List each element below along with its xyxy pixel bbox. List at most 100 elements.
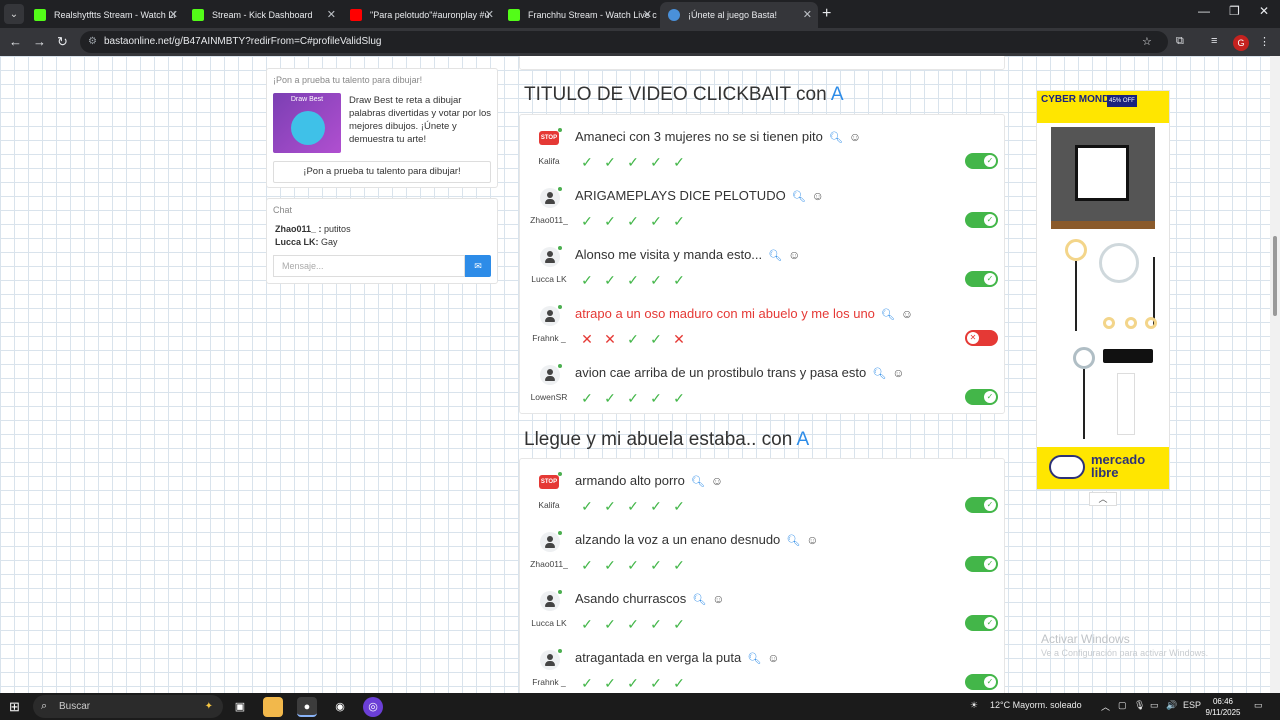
weather-text[interactable]: 12°C Mayorm. soleado xyxy=(990,700,1082,710)
vote-valid-icon[interactable]: ✓ xyxy=(578,497,596,515)
validity-toggle[interactable]: ✓ xyxy=(965,389,998,405)
emoji-icon[interactable]: ☺ xyxy=(901,307,913,321)
vote-valid-icon[interactable]: ✓ xyxy=(647,497,665,515)
maximize-icon[interactable]: ❐ xyxy=(1229,4,1240,18)
vote-valid-icon[interactable]: ✓ xyxy=(578,556,596,574)
network-icon[interactable]: ▭ xyxy=(1150,700,1159,711)
browser-tab[interactable]: Realshytftts Stream - Watch Li ✕ xyxy=(26,2,184,28)
vote-valid-icon[interactable]: ✓ xyxy=(670,556,688,574)
emoji-icon[interactable]: ☺ xyxy=(712,592,724,606)
close-icon[interactable]: ✕ xyxy=(169,8,178,21)
browser-tab[interactable]: Stream - Kick Dashboard ✕ xyxy=(184,2,342,28)
reload-icon[interactable]: ↻ xyxy=(57,34,68,50)
vote-invalid-icon[interactable]: ✕ xyxy=(578,330,596,348)
tray-overflow-icon[interactable]: ︿ xyxy=(1101,700,1110,713)
vote-invalid-icon[interactable]: ✕ xyxy=(670,330,688,348)
vote-valid-icon[interactable]: ✓ xyxy=(624,389,642,407)
browser-tab[interactable]: "Para pelotudo"#auronplay #u ✕ xyxy=(342,2,500,28)
validity-toggle[interactable]: ✓ xyxy=(965,212,998,228)
vote-valid-icon[interactable]: ✓ xyxy=(578,212,596,230)
validity-toggle[interactable]: ✓ xyxy=(965,497,998,513)
vote-valid-icon[interactable]: ✓ xyxy=(670,212,688,230)
search-icon[interactable]: 🔍︎ xyxy=(691,476,705,488)
ad-banner[interactable]: CYBER MONDAY 45% OFF mercado libre xyxy=(1036,90,1170,490)
vote-valid-icon[interactable]: ✓ xyxy=(601,212,619,230)
search-icon[interactable]: 🔍︎ xyxy=(829,132,843,144)
close-icon[interactable]: ✕ xyxy=(803,8,812,21)
emoji-icon[interactable]: ☺ xyxy=(711,474,723,488)
collapse-ad-button[interactable]: ︿ xyxy=(1089,492,1117,506)
vote-valid-icon[interactable]: ✓ xyxy=(670,389,688,407)
close-icon[interactable]: ✕ xyxy=(485,8,494,21)
back-icon[interactable]: ← xyxy=(9,34,22,49)
vote-valid-icon[interactable]: ✓ xyxy=(647,330,665,348)
discord-icon[interactable]: ◎ xyxy=(363,697,383,717)
emoji-icon[interactable]: ☺ xyxy=(849,130,861,144)
vote-valid-icon[interactable]: ✓ xyxy=(601,615,619,633)
clock[interactable]: 06:46 9/11/2025 xyxy=(1200,696,1246,718)
emoji-icon[interactable]: ☺ xyxy=(806,533,818,547)
profile-avatar[interactable]: G xyxy=(1233,35,1249,51)
taskbar-search[interactable]: ⌕ Buscar ✦ xyxy=(33,695,223,718)
vote-valid-icon[interactable]: ✓ xyxy=(647,271,665,289)
tray-app-icon[interactable]: ▢ xyxy=(1118,700,1127,711)
vote-valid-icon[interactable]: ✓ xyxy=(647,212,665,230)
vote-valid-icon[interactable]: ✓ xyxy=(624,271,642,289)
volume-icon[interactable]: 🔊 xyxy=(1166,700,1177,711)
validity-toggle[interactable]: ✓ xyxy=(965,556,998,572)
chrome-icon[interactable]: ● xyxy=(297,697,317,717)
browser-tab[interactable]: Franchhu Stream - Watch Live c ✕ xyxy=(500,2,658,28)
validity-toggle[interactable]: ✓ xyxy=(965,271,998,287)
vote-valid-icon[interactable]: ✓ xyxy=(601,674,619,692)
address-bar[interactable]: ⚙ bastaonline.net/g/B47AINMBTY?redirFrom… xyxy=(80,31,1168,53)
vote-valid-icon[interactable]: ✓ xyxy=(578,389,596,407)
tab-search-button[interactable]: ⌄ xyxy=(4,4,24,24)
validity-toggle[interactable]: ✕ xyxy=(965,330,998,346)
scrollbar-thumb[interactable] xyxy=(1273,236,1277,316)
vote-valid-icon[interactable]: ✓ xyxy=(578,271,596,289)
validity-toggle[interactable]: ✓ xyxy=(965,615,998,631)
vote-valid-icon[interactable]: ✓ xyxy=(647,556,665,574)
emoji-icon[interactable]: ☺ xyxy=(788,248,800,262)
windows-start-icon[interactable]: ⊞ xyxy=(9,699,20,715)
draw-best-image[interactable]: Draw Best xyxy=(273,93,341,153)
bookmark-star-icon[interactable]: ☆ xyxy=(1142,35,1152,48)
vote-valid-icon[interactable]: ✓ xyxy=(578,674,596,692)
search-icon[interactable]: 🔍︎ xyxy=(872,368,886,380)
search-icon[interactable]: 🔍︎ xyxy=(768,250,782,262)
vote-valid-icon[interactable]: ✓ xyxy=(624,615,642,633)
validity-toggle[interactable]: ✓ xyxy=(965,674,998,690)
browser-tab-active[interactable]: ¡Únete al juego Basta! ✕ xyxy=(660,2,818,28)
vote-valid-icon[interactable]: ✓ xyxy=(647,615,665,633)
file-explorer-icon[interactable] xyxy=(263,697,283,717)
vote-valid-icon[interactable]: ✓ xyxy=(647,389,665,407)
vote-valid-icon[interactable]: ✓ xyxy=(624,212,642,230)
page-scrollbar[interactable] xyxy=(1270,56,1280,693)
vote-valid-icon[interactable]: ✓ xyxy=(624,674,642,692)
search-icon[interactable]: 🔍︎ xyxy=(747,653,761,665)
language-indicator[interactable]: ESP xyxy=(1183,700,1201,710)
vote-valid-icon[interactable]: ✓ xyxy=(670,271,688,289)
search-icon[interactable]: 🔍︎ xyxy=(792,191,806,203)
site-info-icon[interactable]: ⚙ xyxy=(88,31,97,53)
close-icon[interactable]: ✕ xyxy=(327,8,336,21)
search-icon[interactable]: 🔍︎ xyxy=(881,309,895,321)
emoji-icon[interactable]: ☺ xyxy=(812,189,824,203)
media-control-icon[interactable]: ≡ xyxy=(1211,35,1217,47)
vote-valid-icon[interactable]: ✓ xyxy=(670,674,688,692)
chat-message-input[interactable]: Mensaje... xyxy=(273,255,465,277)
extensions-icon[interactable]: ⧉ xyxy=(1176,35,1184,48)
validity-toggle[interactable]: ✓ xyxy=(965,153,998,169)
emoji-icon[interactable]: ☺ xyxy=(767,651,779,665)
vote-valid-icon[interactable]: ✓ xyxy=(601,497,619,515)
new-tab-button[interactable]: + xyxy=(822,5,831,23)
vote-valid-icon[interactable]: ✓ xyxy=(601,153,619,171)
vote-invalid-icon[interactable]: ✕ xyxy=(601,330,619,348)
vote-valid-icon[interactable]: ✓ xyxy=(647,674,665,692)
notifications-icon[interactable]: ▭ xyxy=(1254,700,1263,711)
microphone-icon[interactable]: 🎙 xyxy=(1134,700,1145,711)
task-view-icon[interactable]: ▣ xyxy=(230,697,250,717)
vote-valid-icon[interactable]: ✓ xyxy=(624,556,642,574)
weather-icon[interactable]: ☀ xyxy=(970,700,978,711)
search-icon[interactable]: 🔍︎ xyxy=(692,594,706,606)
